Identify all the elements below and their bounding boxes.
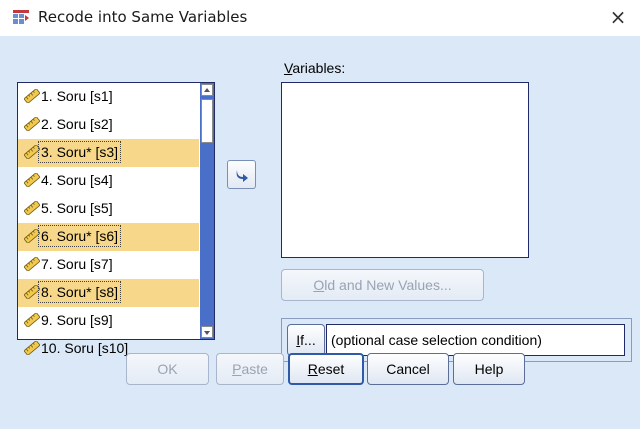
list-item-label: 3. Soru* [s3] [38, 141, 122, 163]
reset-button[interactable]: Reset [288, 353, 364, 385]
list-item[interactable]: 5. Soru [s5] [18, 195, 199, 223]
recode-app-icon [12, 9, 30, 25]
list-item[interactable]: 4. Soru [s4] [18, 167, 199, 195]
arrow-right-icon [236, 170, 248, 182]
target-variables-list[interactable] [281, 82, 529, 258]
list-item[interactable]: 8. Soru* [s8] [18, 279, 199, 307]
list-item-label: 10. Soru [s10] [41, 340, 129, 356]
reset-accesskey: R [307, 361, 318, 377]
paste-button[interactable]: Paste [216, 353, 284, 385]
variables-label: Variables: [284, 60, 345, 76]
old-new-accesskey: O [313, 277, 325, 293]
title-bar: Recode into Same Variables × [0, 0, 640, 36]
list-item-label: 7. Soru [s7] [41, 256, 113, 272]
list-item[interactable]: 2. Soru [s2] [18, 111, 199, 139]
ok-button[interactable]: OK [126, 353, 209, 385]
old-new-label: ld and New Values... [324, 277, 452, 293]
list-item-label: 4. Soru [s4] [41, 172, 113, 188]
list-item[interactable]: 7. Soru [s7] [18, 251, 199, 279]
scrollbar-thumb[interactable] [201, 99, 213, 143]
list-item[interactable]: 1. Soru [s1] [18, 83, 199, 111]
list-item-label: 9. Soru [s9] [41, 312, 113, 328]
source-variable-list[interactable]: 1. Soru [s1] 2. Soru [s2] 3. Soru* [s3] 4. … [17, 82, 215, 357]
if-label: f... [300, 332, 316, 348]
paste-label: aste [241, 361, 268, 377]
reset-label: eset [317, 361, 345, 377]
move-to-variables-button[interactable] [227, 160, 256, 189]
list-item-label: 8. Soru* [s8] [38, 281, 122, 303]
if-condition-field: (optional case selection condition) [326, 324, 625, 356]
list-item[interactable]: 9. Soru [s9] [18, 307, 199, 335]
list-item[interactable]: 3. Soru* [s3] [18, 139, 199, 167]
close-icon[interactable]: × [607, 4, 629, 30]
list-item-label: 5. Soru [s5] [41, 200, 113, 216]
vertical-scrollbar[interactable] [200, 83, 214, 339]
window-title: Recode into Same Variables [38, 8, 248, 26]
help-button[interactable]: Help [453, 353, 525, 385]
cancel-button[interactable]: Cancel [367, 353, 449, 385]
if-button[interactable]: If... [287, 324, 325, 356]
source-list-items: 1. Soru [s1] 2. Soru [s2] 3. Soru* [s3] 4. … [18, 83, 199, 363]
scroll-down-arrow-icon[interactable] [201, 326, 213, 338]
old-and-new-values-button[interactable]: Old and New Values... [281, 269, 484, 301]
list-item-label: 1. Soru [s1] [41, 88, 113, 104]
list-item-label: 6. Soru* [s6] [38, 225, 122, 247]
variables-label-text: ariables: [292, 60, 346, 76]
list-item-label: 2. Soru [s2] [41, 116, 113, 132]
list-item[interactable]: 6. Soru* [s6] [18, 223, 199, 251]
scroll-up-arrow-icon[interactable] [201, 84, 213, 96]
